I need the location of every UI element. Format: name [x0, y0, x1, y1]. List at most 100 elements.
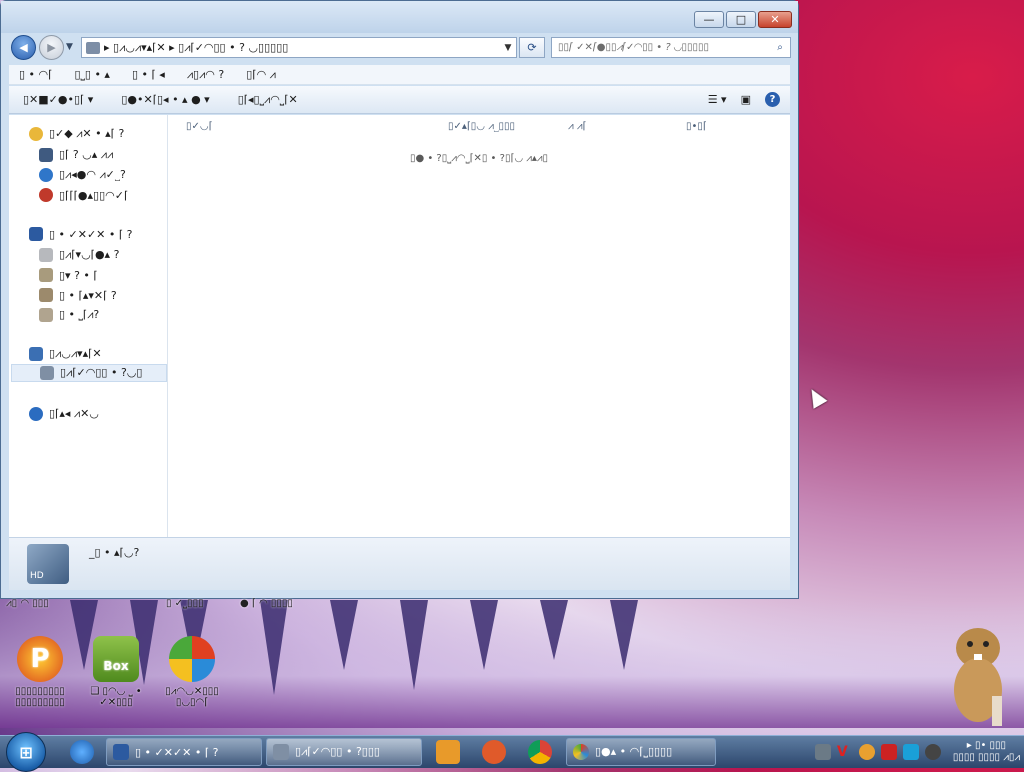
command-bar: ▯✕■✓●•▯⌈ ▾ ▯●•✕⌈▯◂ • ▴ ● ▾ ▯⌈◂▯⎵⩘◠⎵⌈✕ ☰ …: [9, 86, 790, 114]
drive-icon: [86, 41, 100, 54]
nav-lib-item-2[interactable]: ▯ • ⌈▴▾✕⌈ ?: [39, 286, 117, 304]
nav-lib-item-1[interactable]: ▯▾ ? • ⌈: [39, 266, 98, 284]
explorer-window: — □ ✕ ◀ ▶ ▼ ▸ ▯⩘◡⩘▾▴⌈✕ ▸ ▯⩘⌈✓◠▯▯ • ? ◡▯▯…: [0, 0, 799, 599]
drive-icon: [273, 744, 289, 760]
desktop-icon-1-label: ❑ ▯◠◡ ⎵ • ✓✕▯▯▯: [90, 686, 142, 708]
taskbar-button-libraries-label: ▯ • ✓✕✓✕ • ⌈ ?: [135, 745, 219, 759]
network-icon: [29, 407, 43, 421]
desktop-icon-0[interactable]: P ▯▯▯▯▯▯▯▯▯ ▯▯▯▯▯▯▯▯▯: [0, 636, 80, 708]
clock-time: ▸ ▯• ▯▯▯: [966, 740, 1007, 751]
nav-favorites[interactable]: ▯✓◆ ⩘✕ • ▴⌈ ?: [29, 125, 124, 143]
nav-fav-item-1[interactable]: ▯⩘◂●◠ ⩘✓⎵?: [39, 166, 126, 184]
search-placeholder: ▯▯⌈ ✓✕⌈●▯▯⩘⌈✓◠▯▯ • ? ◡▯▯▯▯▯: [558, 42, 710, 53]
beaver-mascot: [944, 618, 1014, 736]
menu-help[interactable]: ▯⌈◠ ⩘: [246, 68, 276, 82]
nav-computer-label: ▯⩘◡⩘▾▴⌈✕: [49, 347, 102, 360]
address-bar[interactable]: ▸ ▯⩘◡⩘▾▴⌈✕ ▸ ▯⩘⌈✓◠▯▯ • ? ◡▯▯▯▯▯ ▼: [81, 37, 517, 58]
menu-tools[interactable]: ⩘▯⩘◠ ?: [187, 68, 224, 82]
tray-speaker-icon[interactable]: [924, 744, 941, 760]
menu-edit[interactable]: ▯⎵▯ • ▴: [74, 68, 110, 82]
library-icon: [113, 744, 129, 760]
drive-icon: [40, 366, 54, 380]
internet-explorer-icon[interactable]: [70, 740, 94, 764]
tray-flag-icon[interactable]: [880, 744, 897, 760]
empty-folder-message: ▯● • ?▯⎵⩘◠⎵⌈✕▯ • ?▯⌈◡ ⩘▴⩘▯: [409, 153, 549, 164]
taskbar-button-drive-label: ▯⩘⌈✓◠▯▯ • ?▯▯▯: [295, 745, 380, 758]
navigation-pane: ▯✓◆ ⩘✕ • ▴⌈ ? ▯⌈ ? ◡▴ ⩘⩘ ▯⩘◂●◠ ⩘✓⎵? ▯⌈⌈⌈…: [9, 115, 168, 538]
menu-bar: ▯ • ◠⌈ ▯⎵▯ • ▴ ▯ • ⌈ ◂ ⩘▯⩘◠ ? ▯⌈◠ ⩘: [9, 65, 790, 85]
taskbar-button-paint-label: ▯●▴ • ◠⌈⎵▯▯▯▯: [595, 745, 673, 758]
file-list: ▯✓◡⌈ ▯✓▴⌈▯◡ ⩘⎵▯▯▯ ⩘ ⩘⌈ ▯•▯⌈ ▯● • ?▯⎵⩘◠⎵⌈…: [168, 115, 790, 538]
menu-view[interactable]: ▯ • ⌈ ◂: [132, 68, 165, 81]
navigation-bar: ◀ ▶ ▼ ▸ ▯⩘◡⩘▾▴⌈✕ ▸ ▯⩘⌈✓◠▯▯ • ? ◡▯▯▯▯▯ ▼ …: [1, 33, 798, 63]
column-date-modified[interactable]: ▯✓▴⌈▯◡ ⩘⎵▯▯▯: [448, 121, 515, 132]
view-options-icon[interactable]: ☰ ▾: [708, 93, 727, 106]
nav-fav-item-0[interactable]: ▯⌈ ? ◡▴ ⩘⩘: [39, 146, 113, 164]
computer-icon: [29, 347, 43, 361]
chrome-icon[interactable]: [528, 740, 552, 764]
column-size[interactable]: ▯•▯⌈: [686, 121, 707, 132]
tray-search-icon[interactable]: [858, 744, 875, 760]
new-folder-button[interactable]: ▯⌈◂▯⎵⩘◠⎵⌈✕: [238, 93, 298, 107]
desktop-icon-2-label: ▯⩘◠◡✕▯▯▯ ▯◡▯◠⌈: [165, 686, 219, 708]
close-button[interactable]: ✕: [758, 11, 792, 28]
desktop-label-0[interactable]: ⩘▯ ◠ ▯▯▯: [6, 598, 49, 609]
nav-network-label: ▯⌈▴◂ ⩘✕◡: [49, 407, 99, 420]
minimize-button[interactable]: —: [694, 11, 724, 28]
nav-lib-item-0[interactable]: ▯⩘⌈▾◡⌈●▴ ?: [39, 246, 119, 264]
app-icon[interactable]: [482, 740, 506, 764]
preview-pane-icon[interactable]: ▣: [741, 93, 751, 106]
search-input[interactable]: ▯▯⌈ ✓✕⌈●▯▯⩘⌈✓◠▯▯ • ? ◡▯▯▯▯▯ ⌕: [551, 37, 791, 58]
music-icon: [39, 268, 53, 282]
downloads-icon: [39, 168, 53, 182]
media-player-icon[interactable]: [436, 740, 460, 764]
nav-computer-item-0-label: ▯⩘⌈✓◠▯▯ • ?◡▯: [60, 366, 143, 379]
start-button[interactable]: ⊞: [6, 732, 46, 772]
help-icon[interactable]: ?: [765, 92, 780, 107]
back-button[interactable]: ◀: [11, 35, 36, 60]
maximize-button[interactable]: □: [726, 11, 756, 28]
title-bar[interactable]: — □ ✕: [1, 1, 798, 33]
documents-icon: [39, 248, 53, 262]
recent-pages-dropdown-icon[interactable]: ▼: [66, 42, 73, 52]
desktop-label-2[interactable]: ● ⌈ ◠ ▯▯▯▯: [240, 598, 293, 609]
desktop-label-1[interactable]: ▯ ✓⎵▯▯▯: [166, 598, 204, 609]
nav-lib-item-0-label: ▯⩘⌈▾◡⌈●▴ ?: [59, 248, 120, 261]
nav-fav-item-2-label: ▯⌈⌈⌈●▴▯▯◠✓⌈: [59, 188, 129, 202]
taskbar-button-libraries[interactable]: ▯ • ✓✕✓✕ • ⌈ ?: [106, 738, 262, 766]
nav-lib-item-3[interactable]: ▯ • ⎵⌈⩘?: [39, 306, 99, 324]
menu-file[interactable]: ▯ • ◠⌈: [19, 68, 52, 81]
nav-computer[interactable]: ▯⩘◡⩘▾▴⌈✕: [29, 345, 102, 363]
desktop-icon-2[interactable]: ▯⩘◠◡✕▯▯▯ ▯◡▯◠⌈: [152, 636, 232, 708]
refresh-button[interactable]: ⟳: [519, 37, 545, 58]
tray-monitor-icon[interactable]: [902, 744, 919, 760]
search-icon[interactable]: ⌕: [770, 42, 790, 53]
address-dropdown-icon[interactable]: ▼: [500, 43, 516, 53]
system-tray: V ▸ ▯• ▯▯▯ ▯▯▯▯ ▯▯▯▯ ⩘▯⩘: [814, 736, 1020, 768]
hard-drive-icon: HD: [27, 544, 69, 584]
nav-fav-item-2[interactable]: ▯⌈⌈⌈●▴▯▯◠✓⌈: [39, 186, 128, 204]
taskbar: ⊞ ▯ • ✓✕✓✕ • ⌈ ? ▯⩘⌈✓◠▯▯ • ?▯▯▯ ▯●▴ • ◠⌈…: [0, 732, 1024, 772]
desktop-icon-0-label: ▯▯▯▯▯▯▯▯▯ ▯▯▯▯▯▯▯▯▯: [15, 686, 65, 708]
tray-app-icon[interactable]: [814, 744, 831, 760]
nav-network[interactable]: ▯⌈▴◂ ⩘✕◡: [29, 405, 99, 423]
main-pane: ▯✓◆ ⩘✕ • ▴⌈ ? ▯⌈ ? ◡▴ ⩘⩘ ▯⩘◂●◠ ⩘✓⎵? ▯⌈⌈⌈…: [9, 115, 790, 538]
clock-date: ▯▯▯▯ ▯▯▯▯ ⩘▯⩘: [952, 752, 1020, 763]
mouse-cursor: [804, 385, 828, 409]
recent-places-icon: [39, 188, 53, 202]
column-name[interactable]: ▯✓◡⌈: [186, 121, 213, 132]
column-type[interactable]: ⩘ ⩘⌈: [568, 121, 586, 132]
desktop-icon-1[interactable]: Box ❑ ▯◠◡ ⎵ • ✓✕▯▯▯: [76, 636, 156, 708]
clock[interactable]: ▸ ▯• ▯▯▯ ▯▯▯▯ ▯▯▯▯ ⩘▯⩘: [953, 740, 1020, 764]
taskbar-button-paint[interactable]: ▯●▴ • ◠⌈⎵▯▯▯▯: [566, 738, 716, 766]
taskbar-button-drive[interactable]: ▯⩘⌈✓◠▯▯ • ?▯▯▯: [266, 738, 422, 766]
nav-computer-item-0[interactable]: ▯⩘⌈✓◠▯▯ • ?◡▯: [11, 364, 167, 382]
nav-libraries[interactable]: ▯ • ✓✕✓✕ • ⌈ ?: [29, 225, 133, 243]
include-in-library-button[interactable]: ▯●•✕⌈▯◂ • ▴ ● ▾: [121, 93, 209, 106]
tray-v-icon[interactable]: V: [837, 744, 853, 760]
p-icon: P: [17, 636, 63, 682]
media-icon: [169, 636, 215, 682]
forward-button[interactable]: ▶: [39, 35, 64, 60]
nav-favorites-label: ▯✓◆ ⩘✕ • ▴⌈ ?: [49, 127, 125, 140]
organize-button[interactable]: ▯✕■✓●•▯⌈ ▾: [23, 93, 93, 106]
